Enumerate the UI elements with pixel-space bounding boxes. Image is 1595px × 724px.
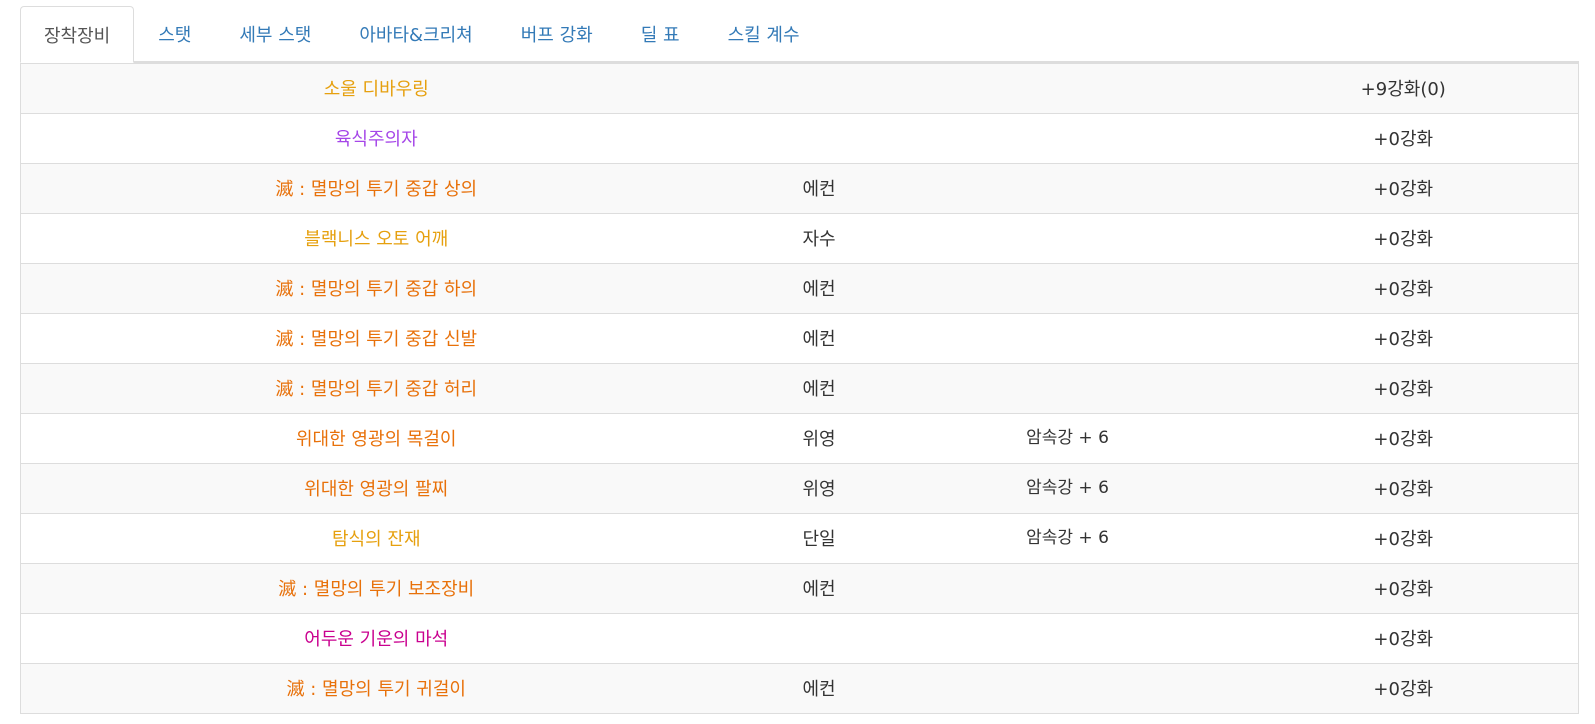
item-name[interactable]: 위대한 영광의 팔찌 xyxy=(20,462,732,513)
set-label: 에컨 xyxy=(731,562,907,613)
tab-buff-enhance[interactable]: 버프 강화 xyxy=(497,6,617,62)
option-cell: 암속강 + 6 xyxy=(906,462,1229,513)
table-row: 滅 : 멸망의 투기 보조장비 에컨 +0강화 xyxy=(20,562,1579,613)
reinforce-value: +0강화 xyxy=(1228,312,1579,363)
table-row: 滅 : 멸망의 투기 중갑 하의 에컨 +0강화 xyxy=(20,262,1579,313)
reinforce-value: +9강화(0) xyxy=(1228,62,1579,113)
option-value: 암속강 + 6 xyxy=(1026,427,1109,448)
tab-skill-coefficient[interactable]: 스킬 계수 xyxy=(704,6,824,62)
equipment-panel: 장착장비 스탯 세부 스탯 아바타&크리쳐 버프 강화 딜 표 스킬 계수 소울… xyxy=(20,6,1579,714)
set-label: 단일 xyxy=(731,512,907,563)
reinforce-value: +0강화 xyxy=(1228,512,1579,563)
table-row: 滅 : 멸망의 투기 귀걸이 에컨 +0강화 xyxy=(20,662,1579,714)
reinforce-value: +0강화 xyxy=(1228,612,1579,663)
table-row: 滅 : 멸망의 투기 중갑 허리 에컨 +0강화 xyxy=(20,362,1579,413)
set-label: 에컨 xyxy=(731,362,907,413)
table-row: 어두운 기운의 마석 +0강화 xyxy=(20,612,1579,663)
item-name[interactable]: 滅 : 멸망의 투기 중갑 신발 xyxy=(20,312,732,363)
option-cell xyxy=(906,262,1229,313)
option-cell: 암속강 + 6 xyxy=(906,412,1229,463)
set-label: 위영 xyxy=(731,412,907,463)
table-row: 소울 디바우링 +9강화(0) xyxy=(20,62,1579,113)
option-cell xyxy=(906,62,1229,113)
option-cell xyxy=(906,562,1229,613)
reinforce-value: +0강화 xyxy=(1228,262,1579,313)
set-label: 에컨 xyxy=(731,312,907,363)
reinforce-value: +0강화 xyxy=(1228,662,1579,714)
set-label xyxy=(731,62,907,113)
set-label: 위영 xyxy=(731,462,907,513)
item-name[interactable]: 탐식의 잔재 xyxy=(20,512,732,563)
option-cell xyxy=(906,662,1229,714)
reinforce-value: +0강화 xyxy=(1228,212,1579,263)
tab-stats[interactable]: 스탯 xyxy=(134,6,215,62)
item-name[interactable]: 위대한 영광의 목걸이 xyxy=(20,412,732,463)
item-name[interactable]: 소울 디바우링 xyxy=(20,62,732,113)
equipment-table: 소울 디바우링 +9강화(0) 육식주의자 +0강화 滅 : 멸망의 투기 중갑… xyxy=(20,62,1579,714)
option-cell xyxy=(906,162,1229,213)
tab-damage-table[interactable]: 딜 표 xyxy=(617,6,704,62)
table-row: 탐식의 잔재 단일 암속강 + 6 +0강화 xyxy=(20,512,1579,563)
item-name[interactable]: 滅 : 멸망의 투기 중갑 하의 xyxy=(20,262,732,313)
tab-detail-stats[interactable]: 세부 스탯 xyxy=(215,6,335,62)
tab-avatar-creature[interactable]: 아바타&크리쳐 xyxy=(335,6,496,62)
option-cell xyxy=(906,112,1229,163)
item-name[interactable]: 滅 : 멸망의 투기 중갑 상의 xyxy=(20,162,732,213)
option-cell xyxy=(906,612,1229,663)
item-name[interactable]: 滅 : 멸망의 투기 중갑 허리 xyxy=(20,362,732,413)
table-row: 위대한 영광의 목걸이 위영 암속강 + 6 +0강화 xyxy=(20,412,1579,463)
set-label: 에컨 xyxy=(731,262,907,313)
option-cell xyxy=(906,362,1229,413)
item-name[interactable]: 육식주의자 xyxy=(20,112,732,163)
item-name[interactable]: 滅 : 멸망의 투기 보조장비 xyxy=(20,562,732,613)
reinforce-value: +0강화 xyxy=(1228,412,1579,463)
reinforce-value: +0강화 xyxy=(1228,162,1579,213)
reinforce-value: +0강화 xyxy=(1228,462,1579,513)
table-row: 滅 : 멸망의 투기 중갑 상의 에컨 +0강화 xyxy=(20,162,1579,213)
reinforce-value: +0강화 xyxy=(1228,112,1579,163)
set-label: 에컨 xyxy=(731,162,907,213)
table-row: 육식주의자 +0강화 xyxy=(20,112,1579,163)
table-row: 블랙니스 오토 어깨 자수 +0강화 xyxy=(20,212,1579,263)
table-row: 위대한 영광의 팔찌 위영 암속강 + 6 +0강화 xyxy=(20,462,1579,513)
set-label: 자수 xyxy=(731,212,907,263)
reinforce-value: +0강화 xyxy=(1228,562,1579,613)
item-name[interactable]: 滅 : 멸망의 투기 귀걸이 xyxy=(20,662,732,714)
option-cell: 암속강 + 6 xyxy=(906,512,1229,563)
table-row: 滅 : 멸망의 투기 중갑 신발 에컨 +0강화 xyxy=(20,312,1579,363)
option-cell xyxy=(906,312,1229,363)
item-name[interactable]: 어두운 기운의 마석 xyxy=(20,612,732,663)
set-label xyxy=(731,112,907,163)
option-value: 암속강 + 6 xyxy=(1026,527,1109,548)
tab-equipped-gear[interactable]: 장착장비 xyxy=(20,6,135,63)
tab-bar: 장착장비 스탯 세부 스탯 아바타&크리쳐 버프 강화 딜 표 스킬 계수 xyxy=(20,6,1579,63)
reinforce-value: +0강화 xyxy=(1228,362,1579,413)
set-label: 에컨 xyxy=(731,662,907,714)
option-value: 암속강 + 6 xyxy=(1026,477,1109,498)
set-label xyxy=(731,612,907,663)
item-name[interactable]: 블랙니스 오토 어깨 xyxy=(20,212,732,263)
option-cell xyxy=(906,212,1229,263)
